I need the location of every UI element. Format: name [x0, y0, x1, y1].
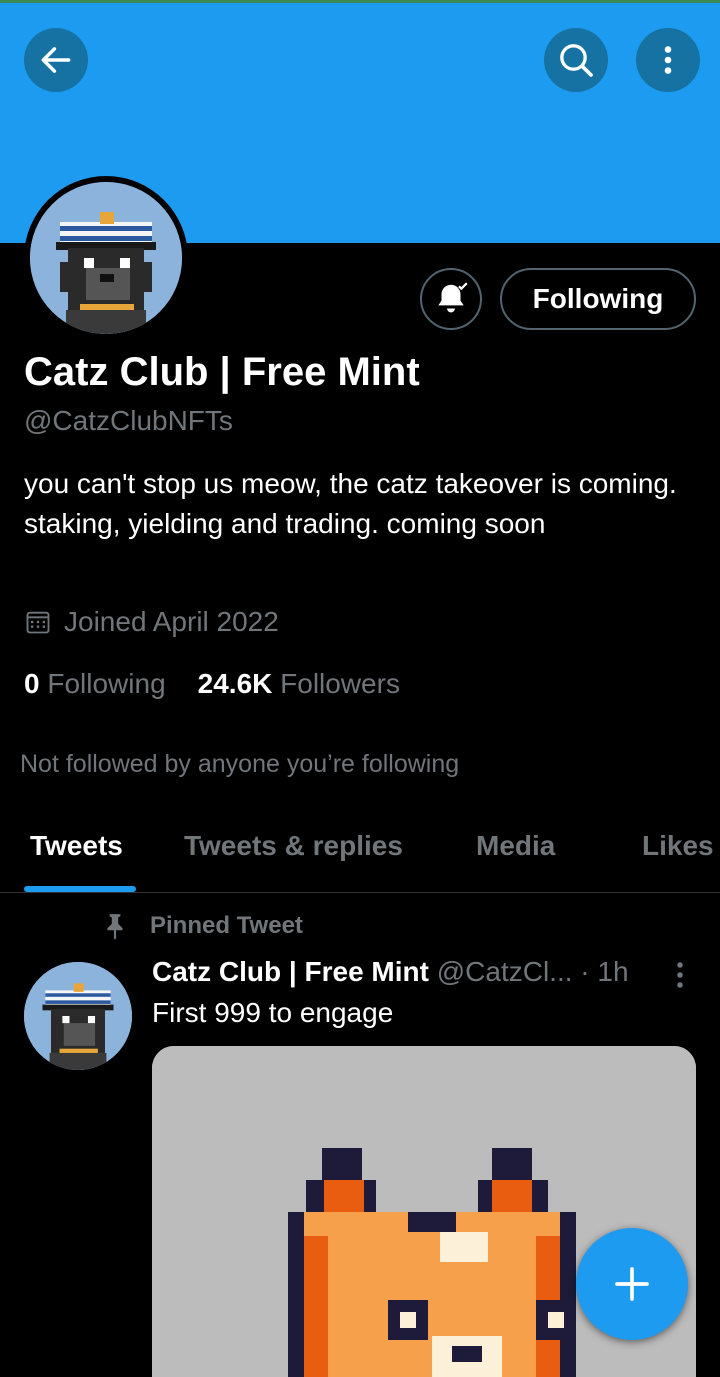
profile-avatar-frame[interactable]	[24, 176, 188, 340]
profile-tabs: Tweets Tweets & replies Media Likes	[0, 820, 720, 893]
calendar-icon	[26, 611, 50, 634]
compose-tweet-button[interactable]	[576, 1228, 688, 1340]
profile-avatar	[30, 182, 182, 334]
tab-tweets-replies[interactable]: Tweets & replies	[184, 830, 403, 862]
tweet-author-name[interactable]: Catz Club | Free Mint	[152, 956, 429, 987]
more-button[interactable]	[636, 28, 700, 92]
following-count: 0	[24, 668, 40, 699]
profile-display-name: Catz Club | Free Mint	[24, 350, 420, 394]
pinned-tweet-label: Pinned Tweet	[102, 912, 303, 940]
pinned-text: Pinned Tweet	[150, 912, 303, 939]
follow-stats: 0 Following 24.6K Followers	[24, 668, 400, 700]
tweet-header: Catz Club | Free Mint @CatzCl... · 1h	[152, 956, 629, 988]
bell-check-icon	[438, 282, 468, 313]
back-button[interactable]	[24, 28, 88, 92]
pin-icon	[107, 914, 123, 940]
following-stat[interactable]: 0 Following	[24, 668, 166, 700]
active-tab-indicator	[24, 886, 136, 892]
tweet-time: · 1h	[580, 956, 629, 987]
search-icon	[560, 44, 593, 77]
not-followed-note: Not followed by anyone you’re following	[20, 750, 460, 778]
cat-sailor-avatar-image	[24, 962, 132, 1070]
tab-likes[interactable]: Likes	[642, 830, 714, 862]
following-label: Following	[47, 668, 166, 699]
tab-tweets[interactable]: Tweets	[30, 830, 123, 862]
arrow-left-icon	[41, 47, 71, 73]
more-vertical-icon	[664, 46, 672, 74]
tweet-author-avatar[interactable]	[24, 962, 132, 1070]
followers-label: Followers	[280, 668, 400, 699]
following-button[interactable]: Following	[500, 268, 696, 330]
tweet-text: First 999 to engage	[152, 997, 394, 1028]
profile-bio: you can't stop us meow, the catz takeove…	[24, 468, 677, 539]
search-button[interactable]	[544, 28, 608, 92]
tab-media[interactable]: Media	[476, 830, 555, 862]
tweet-more-button[interactable]	[672, 960, 688, 995]
notifications-bell-button[interactable]	[420, 268, 482, 330]
plus-icon	[615, 1267, 649, 1301]
tweet-author-handle[interactable]: @CatzCl...	[437, 956, 573, 987]
followers-stat[interactable]: 24.6K Followers	[198, 668, 400, 700]
profile-handle: @CatzClubNFTs	[24, 405, 233, 436]
joined-text: Joined April 2022	[64, 606, 279, 637]
followers-count: 24.6K	[197, 668, 273, 699]
cat-sailor-avatar-image	[30, 182, 182, 334]
more-vertical-icon	[677, 962, 683, 988]
joined-date: Joined April 2022	[24, 606, 279, 638]
